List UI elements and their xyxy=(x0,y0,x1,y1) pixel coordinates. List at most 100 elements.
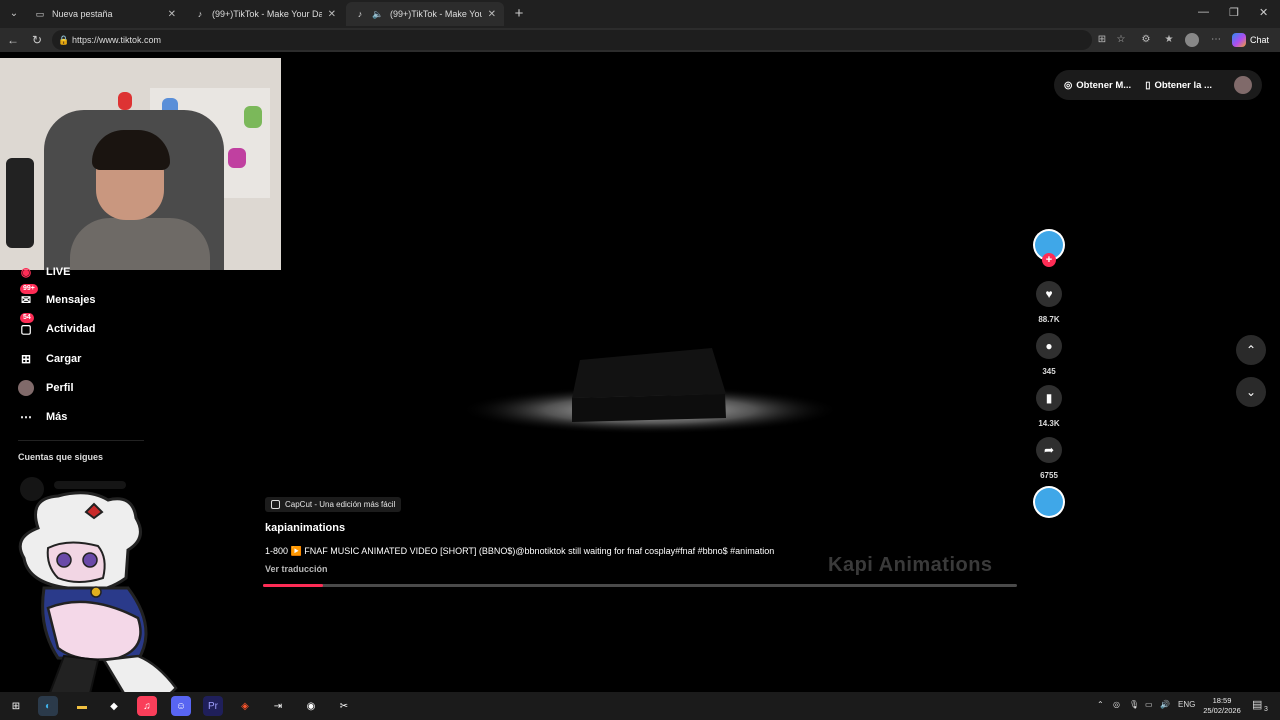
like-count: 88.7K xyxy=(1038,315,1060,324)
sidebar-item-label: Actividad xyxy=(46,323,96,335)
site-info-icon[interactable]: 🔒 xyxy=(58,30,69,50)
windows-start-icon[interactable]: ⊞ xyxy=(6,696,26,716)
show-hidden-icons-icon[interactable]: ⌃ xyxy=(1097,700,1104,709)
next-video-button[interactable]: ⌄ xyxy=(1236,377,1266,407)
following-heading: Cuentas que sigues xyxy=(18,452,104,462)
upload-icon: ⊞ xyxy=(20,352,32,366)
notification-count: 3 xyxy=(1264,706,1268,713)
apps-icon[interactable]: ⊞ xyxy=(1095,33,1109,47)
capcut-label: CapCut - Una edición más fácil xyxy=(285,500,396,509)
comment-count: 345 xyxy=(1042,367,1056,376)
microphone-icon[interactable]: 🎙 xyxy=(1129,700,1139,709)
address-bar[interactable]: 🔒 https://www.tiktok.com xyxy=(52,30,1092,50)
close-tab-icon[interactable]: ✕ xyxy=(328,9,336,20)
tab-new-tab[interactable]: ▭ Nueva pestaña ✕ xyxy=(26,2,184,26)
activity-icon: ▢ 54 xyxy=(18,313,34,337)
sidebar-item-more[interactable]: ⋯ Más xyxy=(18,409,67,425)
brave-browser-icon[interactable]: ◈ xyxy=(235,696,255,716)
close-window-button[interactable]: ✕ xyxy=(1259,6,1268,19)
edge-browser-icon[interactable]: ◐ xyxy=(38,696,58,716)
comment-icon: ● xyxy=(1045,339,1053,353)
video-progress-bar[interactable] xyxy=(263,584,1017,587)
capcut-icon xyxy=(271,500,280,509)
tray-icon[interactable]: ◎ xyxy=(1113,700,1120,709)
video-frame xyxy=(460,348,840,434)
clock-date: 25/02/2026 xyxy=(1203,706,1241,715)
get-coins-button[interactable]: ◎ Obtener M... xyxy=(1064,80,1131,91)
chibi-character-sticker xyxy=(18,491,178,708)
favorites-icon[interactable]: ★ xyxy=(1162,33,1176,47)
close-tab-icon[interactable]: ✕ xyxy=(168,9,176,20)
copilot-chat-button[interactable]: Chat xyxy=(1232,31,1269,49)
windows-taskbar: ⊞ ◐ ▬ ◆ ♫ ☺ Pr ◈ ⇥ ◉ ✂ ⌃ ◎ 🎙 ▭ 🔊 ENG ▤ 3 xyxy=(0,692,1280,720)
favorite-star-icon[interactable]: ☆ xyxy=(1114,33,1128,47)
chat-label: Chat xyxy=(1250,35,1270,45)
sidebar-item-upload[interactable]: ⊞ Cargar xyxy=(18,351,82,367)
comment-button[interactable]: ● xyxy=(1036,333,1062,359)
sidebar-item-profile[interactable]: Perfil xyxy=(18,380,74,396)
minimize-window-button[interactable]: — xyxy=(1198,6,1209,18)
address-toolbar: ← ↻ 🔒 https://www.tiktok.com ⊞ ☆ ⚙ ★ ⋯ xyxy=(0,28,1280,52)
file-explorer-icon[interactable]: ▬ xyxy=(72,696,92,716)
obs-icon[interactable]: ◉ xyxy=(301,696,321,716)
coins-icon: ◎ xyxy=(1064,79,1073,91)
taskbar-app-icon[interactable]: ◆ xyxy=(104,696,124,716)
tab-title: Nueva pestaña xyxy=(52,9,113,19)
tab-title: (99+)TikTok - Make Your Day xyxy=(390,9,482,19)
sidebar-item-live[interactable]: ◉ LIVE xyxy=(18,264,71,280)
sidebar-item-label: Más xyxy=(46,411,68,423)
share-button[interactable]: ➦ xyxy=(1036,437,1062,463)
discord-icon[interactable]: ☺ xyxy=(171,696,191,716)
more-icon: ⋯ xyxy=(20,410,32,424)
previous-video-button[interactable]: ⌃ xyxy=(1236,335,1266,365)
video-progress-fill xyxy=(263,584,324,587)
capcut-tag[interactable]: CapCut - Una edición más fácil xyxy=(265,497,402,512)
url-text: https://www.tiktok.com xyxy=(72,35,162,45)
chevron-down-icon: ⌄ xyxy=(1245,385,1257,399)
video-author[interactable]: kapianimations xyxy=(265,522,345,534)
keyboard-language[interactable]: ENG xyxy=(1178,700,1195,709)
get-app-button[interactable]: ▯ Obtener la ... xyxy=(1145,80,1212,91)
get-app-label: Obtener la ... xyxy=(1154,79,1212,91)
follow-plus-icon[interactable]: + xyxy=(1042,253,1056,267)
audio-playing-icon[interactable]: 🔈 xyxy=(372,8,384,20)
premiere-pro-icon[interactable]: Pr xyxy=(203,696,223,716)
refresh-icon[interactable]: ↻ xyxy=(29,32,45,48)
profile-avatar-icon[interactable] xyxy=(1185,33,1199,47)
browser-tab-bar: ⌄ ▭ Nueva pestaña ✕ ♪ (99+)TikTok - Make… xyxy=(0,0,1280,28)
user-avatar[interactable] xyxy=(1234,76,1252,94)
tab-actions-menu-button[interactable]: ⌄ xyxy=(4,4,24,24)
like-button[interactable]: ♥ xyxy=(1036,281,1062,307)
share-count: 6755 xyxy=(1040,471,1058,480)
notification-badge: 54 xyxy=(20,313,34,323)
see-translation-link[interactable]: Ver traducción xyxy=(265,564,328,574)
get-coins-label: Obtener M... xyxy=(1076,79,1132,91)
sidebar-item-messages[interactable]: ✉ 99+ Mensajes xyxy=(18,284,96,308)
music-app-icon[interactable]: ♫ xyxy=(137,696,157,716)
new-tab-button[interactable]: + xyxy=(510,5,528,23)
chevron-up-icon: ⌃ xyxy=(1245,343,1257,357)
music-disc[interactable] xyxy=(1033,486,1065,518)
back-arrow-icon[interactable]: ← xyxy=(5,32,21,48)
extensions-icon[interactable]: ⚙ xyxy=(1139,33,1153,47)
page-icon: ▭ xyxy=(35,8,45,19)
tab-tiktok-2[interactable]: ♪ 🔈 (99+)TikTok - Make Your Day ✕ xyxy=(346,2,504,26)
capcut-app-icon[interactable]: ✂ xyxy=(334,696,354,716)
copilot-icon xyxy=(1232,33,1246,47)
taskbar-clock[interactable]: 18:59 25/02/2026 xyxy=(1200,696,1244,716)
close-tab-icon[interactable]: ✕ xyxy=(488,9,496,20)
sidebar-item-label: Mensajes xyxy=(46,294,96,306)
save-button[interactable]: ▮ xyxy=(1036,385,1062,411)
notification-center-icon[interactable]: ▤ xyxy=(1252,698,1262,711)
video-watermark: Kapi Animations xyxy=(828,554,993,576)
sidebar-item-activity[interactable]: ▢ 54 Actividad xyxy=(18,313,96,337)
settings-menu-icon[interactable]: ⋯ xyxy=(1209,33,1223,47)
volume-icon[interactable]: 🔊 xyxy=(1160,700,1170,709)
network-icon[interactable]: ▭ xyxy=(1145,700,1153,709)
restore-window-button[interactable]: ❐ xyxy=(1229,6,1239,19)
tab-tiktok-1[interactable]: ♪ (99+)TikTok - Make Your Day ✕ xyxy=(186,2,344,26)
tab-title: (99+)TikTok - Make Your Day xyxy=(212,9,322,19)
toy-figure xyxy=(244,106,262,128)
taskbar-app-icon[interactable]: ⇥ xyxy=(268,696,288,716)
speaker xyxy=(6,158,34,248)
